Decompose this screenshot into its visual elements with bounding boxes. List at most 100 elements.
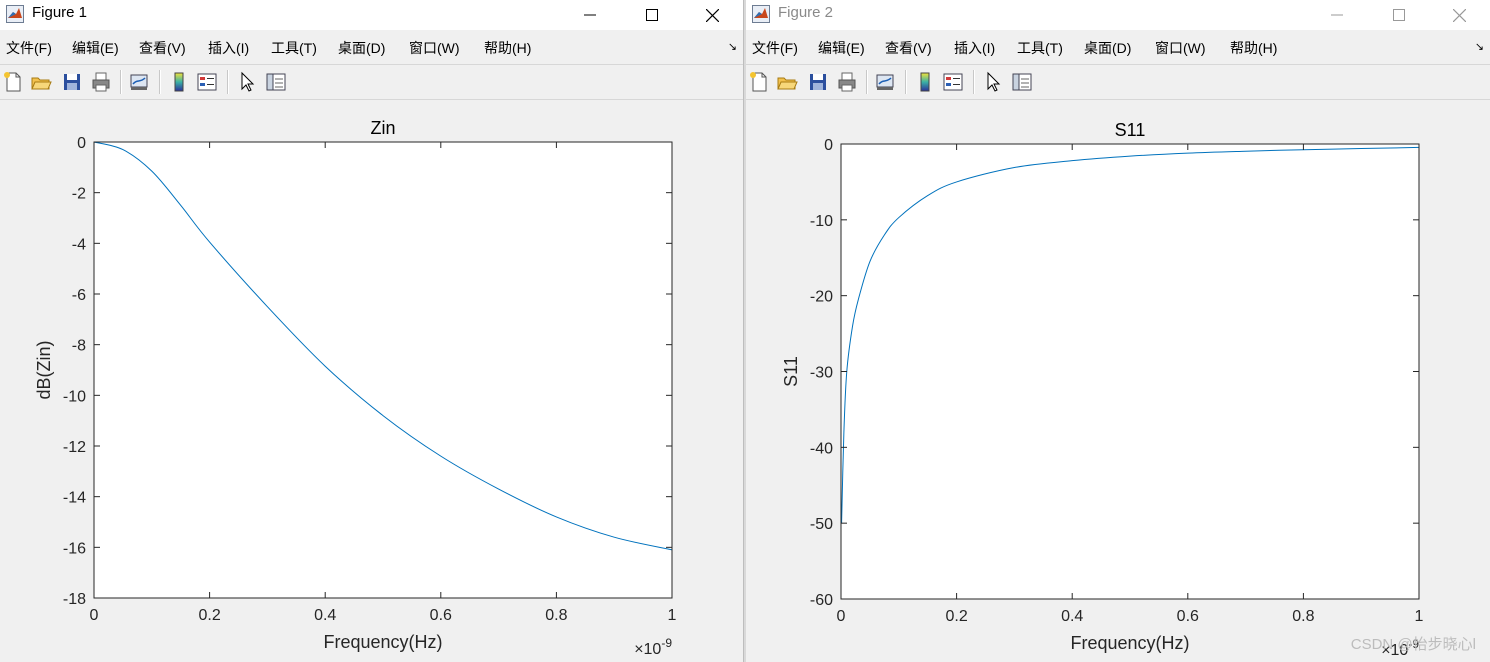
minimize-button[interactable] (1314, 0, 1360, 30)
open-file-icon[interactable] (776, 71, 798, 93)
property-editor-icon[interactable] (1011, 71, 1033, 93)
maximize-button[interactable] (1376, 0, 1422, 30)
title-bar[interactable]: Figure 1 (0, 0, 743, 30)
maximize-button[interactable] (629, 0, 675, 30)
legend-icon[interactable] (942, 71, 964, 93)
watermark: CSDN @怡步晓心l (1350, 636, 1476, 653)
close-icon (705, 8, 719, 22)
toolbar (0, 64, 743, 100)
x-tick-label: 0 (90, 607, 99, 624)
menu-help[interactable]: 帮助(H) (484, 38, 531, 58)
y-tick-label: -18 (63, 591, 86, 608)
y-tick-label: -10 (63, 388, 86, 405)
minimize-button[interactable] (567, 0, 613, 30)
x-tick-label: 0.4 (1061, 608, 1083, 625)
x-tick-label: 0.2 (945, 608, 967, 625)
colorbar-icon[interactable] (168, 71, 190, 93)
chart-title: S11 (1115, 120, 1146, 140)
menu-edit[interactable]: 编辑(E) (72, 38, 119, 58)
x-tick-label: 0 (837, 608, 846, 625)
y-tick-label: -50 (810, 516, 833, 533)
menu-file[interactable]: 文件(F) (6, 38, 52, 58)
s11-plot[interactable]: 0 0.2 0.4 0.6 0.8 1 0 -10 -20 -30 -40 -50 -60 S11 Freq… (746, 100, 1490, 662)
matlab-icon (752, 5, 770, 23)
maximize-icon (646, 9, 658, 21)
figure-canvas: 0 0.2 0.4 0.6 0.8 1 0 -2 -4 -6 -8 -10 -12 -14 -16 -18 Zi… (0, 100, 743, 662)
y-tick-label: -6 (72, 287, 86, 304)
figure-window-1: Figure 1 文件(F) 编辑(E) 查看(V) 插入(I) 工具(T) 桌… (0, 0, 744, 662)
plot-area (94, 142, 672, 598)
y-tick-label: -8 (72, 338, 86, 355)
pointer-icon[interactable] (236, 71, 258, 93)
figure-window-2: Figure 2 文件(F) 编辑(E) 查看(V) 插入(I) 工具(T) 桌… (746, 0, 1490, 662)
title-bar[interactable]: Figure 2 (746, 0, 1490, 30)
print-icon[interactable] (836, 71, 858, 93)
toolbar (746, 64, 1490, 100)
menu-window[interactable]: 窗口(W) (1155, 38, 1206, 58)
menu-window[interactable]: 窗口(W) (409, 38, 460, 58)
print-icon[interactable] (90, 71, 112, 93)
menu-desktop[interactable]: 桌面(D) (1084, 38, 1131, 58)
save-icon[interactable] (807, 71, 829, 93)
close-icon (1452, 8, 1466, 22)
colorbar-icon[interactable] (914, 71, 936, 93)
legend-icon[interactable] (196, 71, 218, 93)
y-tick-label: -14 (63, 490, 86, 507)
window-title: Figure 1 (32, 4, 88, 21)
menu-overflow-icon[interactable]: ↘ (1475, 40, 1484, 53)
zin-plot[interactable]: 0 0.2 0.4 0.6 0.8 1 0 -2 -4 -6 -8 -10 -12 -14 -16 -18 Zi… (0, 100, 744, 662)
new-figure-icon[interactable] (2, 71, 24, 93)
y-tick-label: -10 (810, 213, 833, 230)
menu-edit[interactable]: 编辑(E) (818, 38, 865, 58)
menu-file[interactable]: 文件(F) (752, 38, 798, 58)
x-exponent-label: ×10-9 (634, 636, 672, 658)
y-tick-label: -30 (810, 365, 833, 382)
property-editor-icon[interactable] (265, 71, 287, 93)
new-figure-icon[interactable] (748, 71, 770, 93)
menu-insert[interactable]: 插入(I) (208, 38, 249, 58)
menu-overflow-icon[interactable]: ↘ (728, 40, 737, 53)
figure-canvas: 0 0.2 0.4 0.6 0.8 1 0 -10 -20 -30 -40 -50 -60 S11 Freq… (746, 100, 1490, 662)
x-tick-label: 0.8 (545, 607, 567, 624)
x-tick-label: 0.8 (1292, 608, 1314, 625)
pointer-icon[interactable] (982, 71, 1004, 93)
x-axis-label: Frequency(Hz) (323, 632, 442, 652)
menu-view[interactable]: 查看(V) (885, 38, 932, 58)
menu-bar: 文件(F) 编辑(E) 查看(V) 插入(I) 工具(T) 桌面(D) 窗口(W… (0, 32, 743, 62)
x-tick-label: 0.6 (1177, 608, 1199, 625)
close-button[interactable] (1436, 0, 1482, 30)
menu-tools[interactable]: 工具(T) (1017, 38, 1063, 58)
y-axis-label: S11 (781, 356, 801, 387)
chart-title: Zin (370, 118, 395, 138)
menu-insert[interactable]: 插入(I) (954, 38, 995, 58)
x-tick-label: 0.4 (314, 607, 336, 624)
plot-area (841, 144, 1419, 599)
matlab-icon (6, 5, 24, 23)
window-title: Figure 2 (778, 4, 834, 21)
open-file-icon[interactable] (30, 71, 52, 93)
x-tick-label: 1 (1415, 608, 1424, 625)
x-tick-label: 1 (668, 607, 677, 624)
y-tick-label: -12 (63, 439, 86, 456)
y-tick-label: -4 (72, 236, 86, 253)
minimize-icon (584, 14, 596, 16)
y-tick-label: -2 (72, 186, 86, 203)
y-tick-label: -60 (810, 592, 833, 609)
save-icon[interactable] (61, 71, 83, 93)
y-tick-label: -16 (63, 540, 86, 557)
menu-help[interactable]: 帮助(H) (1230, 38, 1277, 58)
y-axis-label: dB(Zin) (34, 340, 54, 399)
y-tick-label: 0 (824, 137, 833, 154)
y-tick-label: -20 (810, 289, 833, 306)
y-tick-label: -40 (810, 440, 833, 457)
x-tick-label: 0.6 (430, 607, 452, 624)
menu-bar: 文件(F) 编辑(E) 查看(V) 插入(I) 工具(T) 桌面(D) 窗口(W… (746, 32, 1490, 62)
menu-view[interactable]: 查看(V) (139, 38, 186, 58)
close-button[interactable] (689, 0, 735, 30)
link-plot-icon[interactable] (874, 71, 896, 93)
menu-desktop[interactable]: 桌面(D) (338, 38, 385, 58)
link-plot-icon[interactable] (128, 71, 150, 93)
minimize-icon (1331, 14, 1343, 16)
x-axis-label: Frequency(Hz) (1070, 633, 1189, 653)
menu-tools[interactable]: 工具(T) (271, 38, 317, 58)
